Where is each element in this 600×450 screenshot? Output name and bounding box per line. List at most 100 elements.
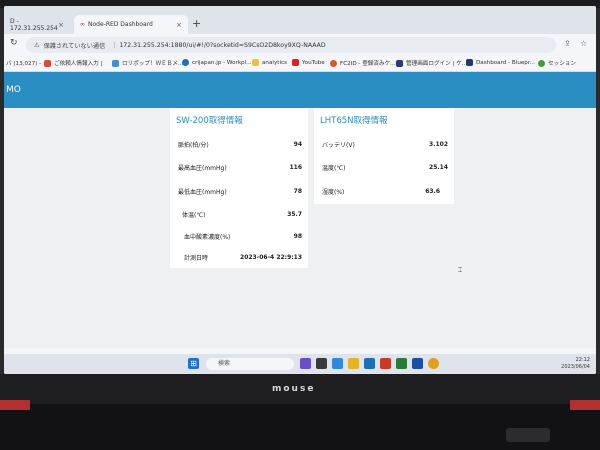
row-value: 98	[293, 232, 302, 240]
app-icon[interactable]	[396, 358, 407, 369]
bookmark-label: YouTube	[302, 59, 325, 66]
data-row: 計測日時 2023-06-4 22:9:13	[178, 251, 302, 263]
lht65n-card: LHT65N取得情報 バッテリ(V) 3.102 温度(℃) 25.14 湿度(…	[314, 108, 454, 204]
explorer-icon[interactable]	[348, 358, 359, 369]
data-row: 体温(℃) 35.7	[178, 208, 302, 220]
data-row: バッテリ(V) 3.102	[322, 138, 448, 150]
bookmarks-bar: バ (13,027) - ご依頼人情報入力 | ロリポップ！ＷＥＢメ... cr…	[4, 56, 596, 72]
bookmark-icon	[538, 59, 545, 67]
separator: |	[113, 41, 116, 49]
browser-tab-active[interactable]: ∞ Node-RED Dashboard ×	[74, 15, 188, 34]
row-label: 最高血圧(mmHg)	[178, 164, 227, 172]
row-value: 78	[293, 187, 302, 195]
bookmark-label: FC2ID - 登録済みケ...	[340, 61, 396, 67]
windows-start-icon[interactable]: ⊞	[188, 358, 199, 369]
address-row: ↻ ⚠ 保護されていない通信 | 172.31.255.254:1880/ui/…	[4, 34, 596, 56]
bookmark-item[interactable]: analytics	[252, 59, 287, 66]
row-label: 最低血圧(mmHg)	[178, 188, 227, 196]
row-label: 血中酸素濃度(%)	[184, 233, 231, 241]
bookmark-label: セッション	[548, 61, 576, 67]
bookmark-icon	[112, 59, 119, 67]
row-value: 63.6	[425, 187, 440, 195]
bookmark-item[interactable]: Dashboard - Bluepr...	[466, 59, 535, 66]
bookmark-label: 管理画面ログイン | ケ...	[406, 61, 468, 67]
screen: D - 172.31.255.254 × ∞ Node-RED Dashboar…	[4, 6, 596, 374]
url-text: 172.31.255.254:1880/ui/#!/0?socketid=S9C…	[119, 41, 326, 49]
power-button[interactable]	[506, 428, 550, 442]
data-row: 血中酸素濃度(%) 98	[178, 230, 302, 242]
bookmark-label: Dashboard - Bluepr...	[476, 59, 535, 66]
row-value: 35.7	[287, 210, 302, 218]
bookmark-label: crijapan.jp - Workpl...	[192, 59, 252, 66]
row-value: 3.102	[429, 140, 448, 148]
hinge-accent	[570, 400, 600, 410]
bookmark-label: ご依頼人情報入力 |	[54, 61, 103, 67]
bookmark-icon	[44, 59, 51, 67]
data-row: 脈拍(拍/分) 94	[178, 138, 302, 150]
laptop-hinge	[0, 404, 600, 450]
taskbar-clock[interactable]: 22:12 2023/06/04	[561, 357, 590, 371]
close-icon[interactable]: ×	[58, 21, 64, 29]
bookmark-item[interactable]: バ (13,027) -	[6, 59, 41, 67]
dashboard-content: SW-200取得情報 脈拍(拍/分) 94 最高血圧(mmHg) 116 最低血…	[4, 108, 596, 348]
row-label: 温度(℃)	[322, 164, 346, 172]
star-icon[interactable]: ☆	[580, 39, 587, 48]
security-status: 保護されていない通信	[43, 42, 106, 50]
new-tab-icon[interactable]: +	[192, 17, 201, 30]
address-bar[interactable]: ⚠ 保護されていない通信 | 172.31.255.254:1880/ui/#!…	[26, 37, 556, 53]
bookmark-label: analytics	[262, 59, 288, 66]
data-row: 最高血圧(mmHg) 116	[178, 161, 302, 173]
reload-icon[interactable]: ↻	[10, 38, 18, 48]
dashboard-header: MO	[4, 72, 596, 108]
card-title: SW-200取得情報	[176, 116, 243, 126]
clock-time: 22:12	[575, 357, 590, 363]
search-placeholder: 検索	[218, 360, 231, 367]
browser-tab-1[interactable]: D - 172.31.255.254 ×	[4, 15, 70, 34]
youtube-icon	[292, 59, 299, 66]
row-value: 2023-06-4 22:9:13	[240, 253, 302, 261]
close-icon[interactable]: ×	[176, 21, 182, 29]
row-value: 116	[289, 163, 302, 171]
row-label: 計測日時	[184, 254, 209, 262]
bookmark-item[interactable]: ご依頼人情報入力 |	[44, 59, 102, 67]
tab-label: D - 172.31.255.254	[10, 17, 58, 32]
bookmark-icon	[182, 59, 189, 66]
taskbar: ⊞ 検索 22:12 2023/06/04	[4, 354, 596, 374]
app-icon[interactable]	[380, 358, 391, 369]
tab-label: Node-RED Dashboard	[88, 21, 153, 28]
app-icon[interactable]	[412, 358, 423, 369]
data-row: 湿度(%) 63.6	[322, 185, 448, 197]
task-view-icon[interactable]	[316, 358, 327, 369]
data-row: 最低血圧(mmHg) 78	[178, 185, 302, 197]
sw200-card: SW-200取得情報 脈拍(拍/分) 94 最高血圧(mmHg) 116 最低血…	[170, 108, 308, 268]
browser-tab-bar: D - 172.31.255.254 × ∞ Node-RED Dashboar…	[4, 6, 596, 34]
edge-icon[interactable]	[332, 358, 343, 369]
store-icon[interactable]	[364, 358, 375, 369]
bookmark-item[interactable]: FC2ID - 登録済みケ...	[330, 59, 396, 67]
chrome-icon[interactable]	[428, 358, 439, 369]
row-label: バッテリ(V)	[322, 141, 355, 149]
dashboard-title: MO	[6, 85, 21, 95]
bookmark-icon	[330, 59, 337, 67]
row-value: 25.14	[429, 163, 448, 171]
teams-icon[interactable]	[300, 358, 311, 369]
bookmark-item[interactable]: YouTube	[292, 59, 325, 66]
brand-logo: mouse	[272, 384, 316, 394]
taskbar-search[interactable]: 検索	[206, 358, 294, 370]
bookmark-item[interactable]: ロリポップ！ＷＥＢメ...	[112, 59, 183, 67]
bookmark-item[interactable]: セッション	[538, 59, 576, 67]
share-icon[interactable]: ⇪	[564, 39, 571, 48]
folder-icon	[252, 59, 259, 66]
clock-date: 2023/06/04	[561, 364, 590, 370]
bookmark-label: バ (13,027) -	[6, 61, 42, 67]
mouse-cursor-icon: ⌶	[458, 266, 463, 274]
row-value: 94	[293, 140, 302, 148]
data-row: 温度(℃) 25.14	[322, 161, 448, 173]
row-label: 湿度(%)	[322, 188, 345, 196]
warning-icon: ⚠	[34, 41, 40, 49]
bookmark-label: ロリポップ！ＷＥＢメ...	[122, 61, 184, 67]
bookmark-item[interactable]: 管理画面ログイン | ケ...	[396, 59, 467, 67]
bookmark-item[interactable]: crijapan.jp - Workpl...	[182, 59, 252, 66]
card-title: LHT65N取得情報	[320, 116, 388, 126]
row-label: 脈拍(拍/分)	[178, 141, 209, 149]
